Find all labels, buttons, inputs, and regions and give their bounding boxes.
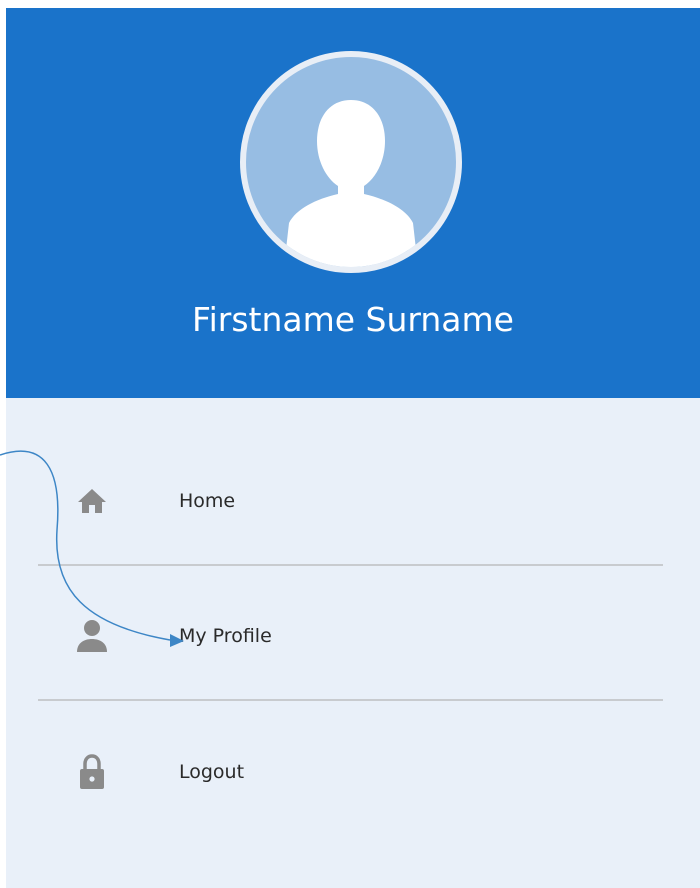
home-icon (76, 453, 108, 549)
screenshot-canvas: Firstname Surname Home My Profile Logout (0, 0, 700, 888)
menu-item-home-label: Home (179, 490, 236, 512)
menu-item-my-profile-label: My Profile (179, 625, 272, 647)
menu-divider (38, 699, 663, 701)
drawer-header: Firstname Surname (6, 8, 700, 398)
person-icon (76, 588, 108, 684)
navigation-drawer: Firstname Surname Home My Profile Logout (6, 8, 700, 888)
user-name: Firstname Surname (192, 300, 514, 339)
menu-item-my-profile[interactable]: My Profile (38, 588, 663, 684)
menu-item-home[interactable]: Home (38, 453, 663, 549)
menu-item-logout-label: Logout (179, 761, 245, 783)
avatar (240, 51, 462, 273)
lock-icon (76, 724, 108, 820)
menu-divider (38, 564, 663, 566)
user-silhouette-icon (284, 100, 418, 267)
menu-item-logout[interactable]: Logout (38, 724, 663, 820)
